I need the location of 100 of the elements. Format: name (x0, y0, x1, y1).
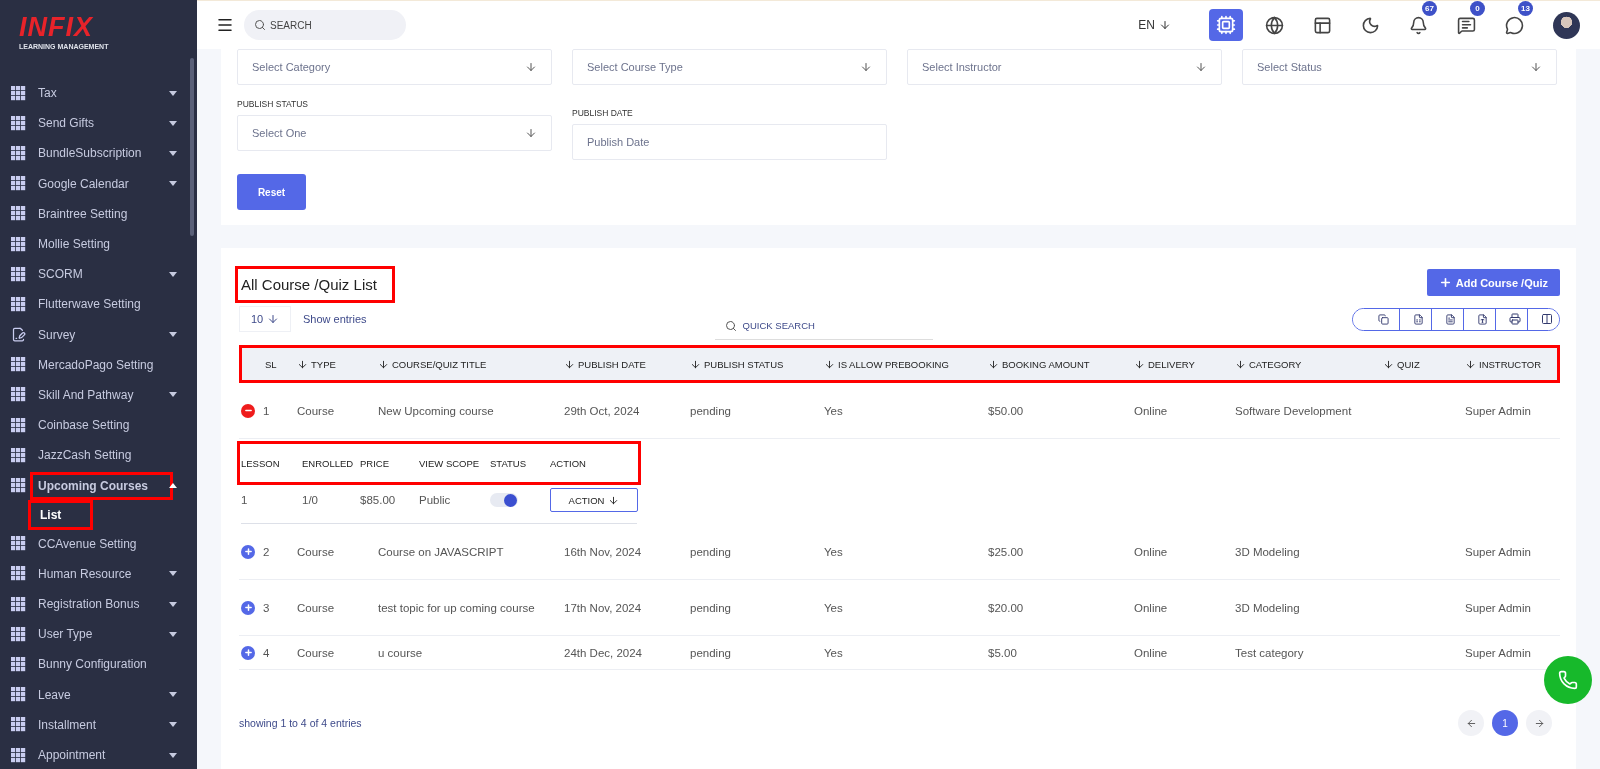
sidebar-item[interactable]: Send Gifts (34, 113, 169, 134)
sidebar-item[interactable]: BundleSubscription (34, 143, 169, 164)
sidebar-item[interactable]: SCORM (34, 264, 169, 285)
detail-column-header: VIEW SCOPE (419, 457, 481, 469)
table-cell-text: Online (1134, 645, 1169, 661)
arrow-down-icon (267, 313, 280, 325)
expand-button[interactable] (241, 544, 255, 559)
table-cell-text: 1 (263, 403, 271, 419)
sidebar-item[interactable]: Human Resource (34, 563, 169, 584)
caret-down-icon (169, 271, 177, 277)
sidebar-item[interactable]: Leave (34, 684, 169, 705)
expand-button[interactable] (241, 645, 255, 660)
page-button[interactable]: 1 (1492, 710, 1518, 736)
table-cell-text: $5.00 (988, 645, 1018, 661)
sidebar-item[interactable]: Skill And Pathway (34, 384, 169, 405)
page-size-dropdown[interactable]: 10 (239, 306, 291, 332)
sidebar-item[interactable]: Mollie Setting (34, 234, 177, 255)
sidebar-item[interactable]: Tax (34, 83, 169, 104)
reset-button[interactable]: Reset (237, 174, 306, 210)
collapse-button[interactable] (241, 403, 255, 418)
table-cell-text: Software Development (1235, 403, 1353, 419)
text-file-icon (1445, 313, 1456, 325)
caret-down-icon (169, 571, 177, 577)
sidebar-item[interactable]: JazzCash Setting (34, 445, 177, 466)
sidebar-item[interactable]: User Type (34, 624, 169, 645)
menu-icon[interactable] (216, 16, 234, 34)
language-dropdown[interactable]: EN (1132, 17, 1177, 33)
column-header[interactable]: IS ALLOW PREBOOKING (824, 358, 988, 370)
caret-up-icon (169, 483, 177, 489)
column-header[interactable]: SL (239, 358, 297, 370)
sidebar-item[interactable]: Bunny Configuration (34, 654, 177, 675)
table-cell-text: Yes (824, 544, 844, 560)
arrow-down-icon (860, 61, 872, 73)
sort-arrow-icon (1383, 358, 1394, 370)
detail-cell-text: $85.00 (360, 494, 397, 506)
search-field[interactable]: SEARCH (244, 10, 406, 40)
sort-arrow-icon (824, 358, 835, 370)
grid-icon (11, 596, 26, 612)
column-header[interactable]: DELIVERY (1134, 358, 1235, 370)
table-cell-text: Course (297, 403, 336, 419)
select-field[interactable]: Select Category (237, 49, 552, 85)
sidebar-item[interactable]: Survey (34, 324, 169, 345)
sidebar-item[interactable]: MercadoPago Setting (34, 354, 177, 375)
sidebar-item[interactable]: CCAvenue Setting (34, 533, 177, 554)
scrollbar-thumb[interactable] (190, 58, 194, 236)
grid-icon (11, 115, 26, 131)
column-header[interactable]: COURSE/QUIZ TITLE (378, 358, 564, 370)
moon-icon (1360, 15, 1380, 35)
layout-icon (1312, 15, 1332, 35)
globe-icon (1264, 15, 1284, 35)
table-cell-text: Online (1134, 544, 1169, 560)
status-toggle[interactable] (490, 493, 518, 507)
chat-bubble-button[interactable] (1544, 656, 1592, 704)
expand-button[interactable] (241, 600, 255, 615)
table-cell-text: Super Admin (1465, 600, 1532, 616)
column-header[interactable]: INSTRUCTOR (1465, 358, 1560, 370)
search-icon (724, 320, 737, 332)
select-field[interactable]: Select Status (1242, 49, 1557, 85)
select-field[interactable]: Select Instructor (907, 49, 1222, 85)
sort-arrow-icon (1465, 358, 1476, 370)
grid-icon (11, 566, 26, 582)
grid-icon (11, 296, 26, 312)
arrow-down-icon (525, 61, 537, 73)
grid-icon (11, 717, 26, 733)
user-avatar[interactable] (1553, 11, 1580, 39)
sidebar-item[interactable]: Appointment (34, 745, 169, 766)
column-header[interactable]: PUBLISH STATUS (690, 358, 824, 370)
sidebar-item[interactable]: Flutterwave Setting (34, 294, 177, 315)
column-header[interactable]: CATEGORY (1235, 358, 1383, 370)
sidebar-item[interactable]: Coinbase Setting (34, 415, 177, 436)
sort-arrow-icon (297, 358, 308, 370)
sort-arrow-icon (378, 358, 389, 370)
columns-button[interactable] (1527, 308, 1559, 330)
column-header[interactable]: QUIZ (1383, 358, 1465, 370)
grid-icon (11, 206, 26, 222)
table-cell-text: test topic for up coming course (378, 600, 536, 616)
caret-down-icon (169, 392, 177, 398)
arrow-right-icon (1533, 717, 1545, 729)
sidebar-item[interactable]: Registration Bonus (34, 594, 169, 615)
action-dropdown[interactable]: ACTION (550, 488, 638, 512)
table-cell-text: $20.00 (988, 600, 1025, 616)
chip-button[interactable] (1209, 9, 1243, 41)
grid-icon (11, 357, 26, 373)
sidebar-item[interactable]: Installment (34, 714, 169, 735)
select-field[interactable]: Select One (237, 115, 552, 151)
detail-column-header: LESSON (241, 457, 281, 469)
sidebar-item[interactable]: Braintree Setting (34, 203, 177, 224)
sort-arrow-icon (690, 358, 701, 370)
column-header[interactable]: PUBLISH DATE (564, 358, 690, 370)
date-field[interactable]: Publish Date (572, 124, 887, 160)
column-header[interactable]: BOOKING AMOUNT (988, 358, 1134, 370)
column-header[interactable]: TYPE (297, 358, 378, 370)
sidebar-item[interactable]: Google Calendar (34, 173, 169, 194)
detail-cell-text: Public (419, 494, 452, 506)
plus-icon (243, 603, 253, 612)
search-icon (254, 19, 266, 31)
add-course-button[interactable]: Add Course /Quiz (1426, 269, 1560, 296)
table-cell-text: 3 (263, 600, 271, 616)
table-cell-text: 16th Nov, 2024 (564, 544, 643, 560)
select-field[interactable]: Select Course Type (572, 49, 887, 85)
